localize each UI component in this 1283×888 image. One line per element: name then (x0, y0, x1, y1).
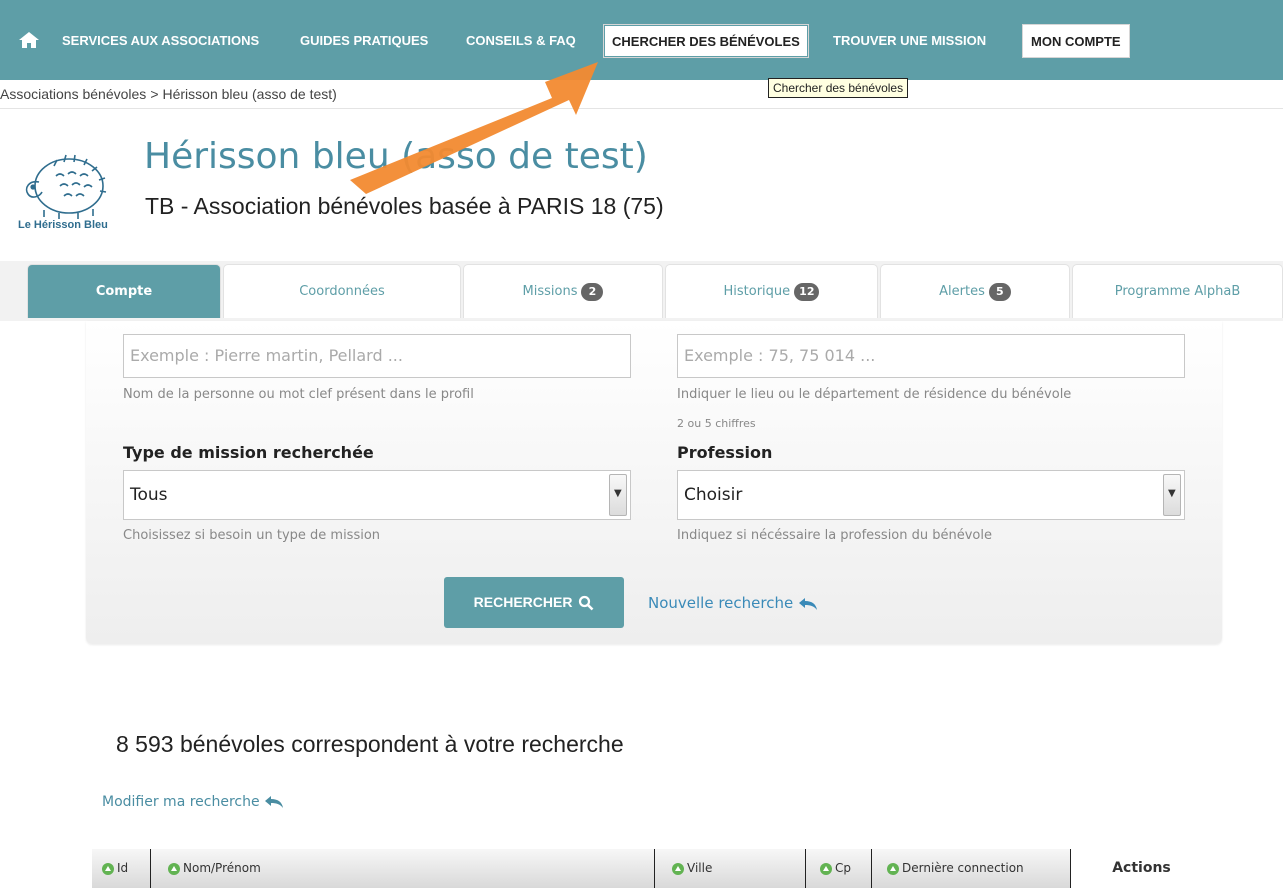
reply-arrow-icon (799, 597, 817, 610)
results-count: 8 593 (116, 731, 174, 757)
tab-programme-alphab[interactable]: Programme AlphaB (1072, 264, 1283, 318)
new-search-label: Nouvelle recherche (648, 594, 794, 612)
tab-compte[interactable]: Compte (27, 264, 221, 318)
name-help-text: Nom de la personne ou mot clef présent d… (123, 387, 474, 402)
sort-icon (102, 862, 114, 875)
column-header-nom[interactable]: Nom/Prénom (168, 849, 261, 888)
column-header-id[interactable]: Id (102, 849, 128, 888)
tab-coordonnees[interactable]: Coordonnées (223, 264, 461, 318)
nav-conseils-faq[interactable]: CONSEILS & FAQ (466, 24, 576, 58)
sort-icon (168, 862, 180, 875)
new-search-link[interactable]: Nouvelle recherche (648, 594, 818, 612)
tooltip: Chercher des bénévoles (768, 78, 909, 98)
breadcrumb-root[interactable]: Associations bénévoles (0, 86, 146, 102)
nav-mon-compte[interactable]: MON COMPTE (1022, 24, 1130, 58)
sort-icon (820, 862, 832, 875)
count-badge: 5 (988, 282, 1011, 301)
mission-type-help: Choisissez si besoin un type de mission (123, 528, 381, 543)
tab-missions[interactable]: Missions 2 (463, 264, 663, 318)
profession-help: Indiquez si nécéssaire la profession du … (677, 528, 992, 543)
chevron-down-icon[interactable]: ▼ (609, 474, 627, 516)
profession-select[interactable]: Choisir ▼ (677, 470, 1185, 520)
page-title: Hérisson bleu (asso de test) (144, 136, 648, 177)
sort-icon (672, 862, 684, 875)
nav-services-associations[interactable]: SERVICES AUX ASSOCIATIONS (62, 24, 259, 58)
nav-guides-pratiques[interactable]: GUIDES PRATIQUES (300, 24, 428, 58)
tab-label: Alertes (939, 284, 985, 299)
profession-label: Profession (677, 443, 773, 462)
mission-type-value: Tous (130, 485, 168, 505)
reply-arrow-icon (265, 796, 284, 808)
column-separator (150, 849, 151, 888)
location-input[interactable]: Exemple : 75, 75 014 ... (677, 334, 1185, 378)
column-label: Dernière connection (902, 861, 1024, 875)
column-header-cp[interactable]: Cp (820, 849, 851, 888)
column-separator (654, 849, 655, 888)
count-badge: 12 (794, 282, 820, 301)
results-text: bénévoles correspondent à votre recherch… (179, 731, 624, 757)
tab-label: Compte (95, 284, 153, 299)
page-subtitle: TB - Association bénévoles basée à PARIS… (145, 193, 664, 219)
search-icon (579, 596, 594, 611)
column-header-actions: Actions (1071, 849, 1212, 888)
column-header-ville[interactable]: Ville (672, 849, 712, 888)
modify-search-link[interactable]: Modifier ma recherche (102, 794, 284, 810)
location-help-digits: 2 ou 5 chiffres (677, 417, 756, 430)
count-badge: 2 (581, 282, 604, 301)
results-summary: 8 593 bénévoles correspondent à votre re… (116, 731, 624, 758)
results-table-header: Id Nom/Prénom Ville Cp Dernière connecti… (92, 849, 1212, 888)
tab-label: Missions (522, 284, 578, 299)
name-search-input[interactable]: Exemple : Pierre martin, Pellard ... (123, 334, 631, 378)
home-icon[interactable] (18, 31, 40, 49)
top-navigation: SERVICES AUX ASSOCIATIONS GUIDES PRATIQU… (0, 0, 1283, 80)
column-label: Cp (835, 861, 851, 875)
column-separator (805, 849, 806, 888)
chevron-down-icon[interactable]: ▼ (1163, 474, 1181, 516)
nav-chercher-benevoles[interactable]: CHERCHER DES BÉNÉVOLES (603, 24, 809, 58)
nav-trouver-mission[interactable]: TROUVER UNE MISSION (833, 24, 986, 58)
tab-historique[interactable]: Historique 12 (665, 264, 878, 318)
profession-value: Choisir (684, 485, 743, 505)
mission-type-label: Type de mission recherchée (123, 443, 374, 462)
breadcrumb-separator: > (150, 86, 159, 102)
breadcrumb-current: Hérisson bleu (asso de test) (162, 86, 337, 102)
tab-bar: Compte Coordonnées Missions 2 Historique 1… (0, 261, 1283, 321)
tab-label: Coordonnées (299, 284, 385, 299)
divider (0, 108, 1283, 109)
modify-search-label: Modifier ma recherche (102, 794, 260, 810)
logo-text: Le Hérisson Bleu (18, 219, 108, 231)
tab-label: Programme AlphaB (1114, 284, 1241, 299)
column-label: Ville (687, 861, 713, 875)
breadcrumb: Associations bénévoles > Hérisson bleu (as… (0, 86, 337, 102)
mission-type-select[interactable]: Tous ▼ (123, 470, 631, 520)
search-button-label: RECHERCHER (473, 594, 573, 610)
column-label: Nom/Prénom (183, 861, 261, 875)
column-label: Id (117, 861, 129, 875)
column-header-derniere-connection[interactable]: Dernière connection (887, 849, 1024, 888)
tab-label: Historique (723, 284, 791, 299)
column-separator (871, 849, 872, 888)
sort-icon (887, 862, 899, 875)
location-help-text: Indiquer le lieu ou le département de ré… (677, 387, 1072, 402)
tab-alertes[interactable]: Alertes 5 (880, 264, 1070, 318)
search-button[interactable]: RECHERCHER (444, 577, 624, 628)
